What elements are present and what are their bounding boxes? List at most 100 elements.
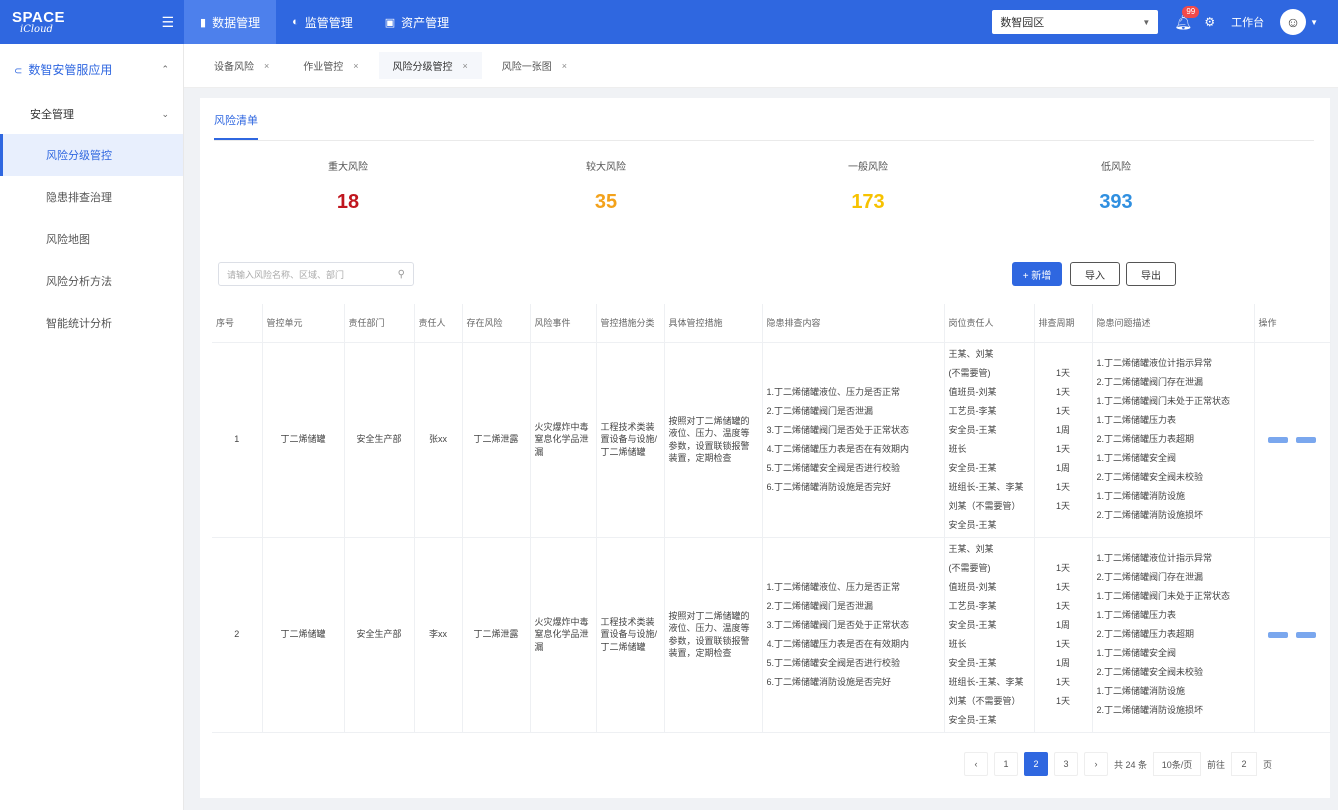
nav-assets[interactable]: ▣ 资产管理 bbox=[369, 0, 465, 44]
cell-category: 工程技术类装置设备与设施/丁二烯储罐 bbox=[596, 537, 665, 733]
edit-button[interactable] bbox=[1268, 436, 1288, 443]
cycles-line: 1天 bbox=[1055, 405, 1070, 416]
next-page-button[interactable]: › bbox=[1084, 752, 1108, 776]
chevron-down-icon[interactable]: ▼ bbox=[1310, 18, 1318, 27]
persons-line: 班长 bbox=[948, 638, 967, 649]
cell-cycles: 1天 1天 1天 1周 1天 1周 1天 1天 bbox=[1034, 537, 1093, 733]
persons-line: (不需要管) bbox=[948, 562, 991, 573]
checks-line: 6.丁二烯储罐消防设施是否完好 bbox=[766, 676, 892, 687]
desc-line: 1.丁二烯储罐消防设施 bbox=[1096, 491, 1186, 501]
column-header: 管控措施分类 bbox=[596, 304, 665, 343]
tab-label: 风险分级管控 bbox=[392, 62, 453, 73]
notification-button[interactable]: 🔔︎ 99 bbox=[1174, 5, 1200, 31]
stat-label: 重大风险 bbox=[328, 162, 368, 173]
sidebar-item-risk-map[interactable]: 风险地图 bbox=[0, 218, 183, 260]
close-icon[interactable]: × bbox=[264, 61, 269, 71]
cycles-line: 1天 bbox=[1055, 581, 1070, 592]
delete-button[interactable] bbox=[1296, 631, 1316, 638]
cycles-line: 1周 bbox=[1055, 462, 1070, 473]
cycles-line: 1天 bbox=[1055, 676, 1070, 687]
tab-risk-map[interactable]: 风险一张图 × bbox=[488, 52, 581, 79]
tab-work-control[interactable]: 作业管控 × bbox=[289, 52, 372, 79]
sidebar-subgroup[interactable]: 安全管理 ⌄ bbox=[0, 94, 183, 134]
checks-line: 3.丁二烯储罐阀门是否处于正常状态 bbox=[766, 619, 910, 630]
cycles-line: 1天 bbox=[1055, 386, 1070, 397]
persons-line: 王某、刘某 bbox=[948, 543, 994, 554]
cycles-line: 1天 bbox=[1055, 481, 1070, 492]
sidebar-item-statistics[interactable]: 智能统计分析 bbox=[0, 302, 183, 344]
tab-risk-control[interactable]: 风险分级管控 × bbox=[378, 52, 482, 79]
asset-icon: ▣ bbox=[384, 16, 396, 29]
sidebar-item-analysis-method[interactable]: 风险分析方法 bbox=[0, 260, 183, 302]
close-icon[interactable]: × bbox=[463, 61, 468, 71]
column-header: 存在风险 bbox=[462, 304, 531, 343]
sidebar-item-risk-control[interactable]: 风险分级管控 bbox=[0, 134, 183, 176]
page-jump-input[interactable]: 2 bbox=[1231, 752, 1258, 776]
cycles-line: 1周 bbox=[1055, 619, 1070, 630]
prev-page-button[interactable]: ‹ bbox=[964, 752, 988, 776]
page-button[interactable]: 1 bbox=[994, 752, 1018, 776]
persons-line: 工艺员-李某 bbox=[948, 405, 997, 416]
import-button[interactable]: 导入 bbox=[1070, 262, 1120, 286]
persons-line: 安全员-王某 bbox=[948, 424, 997, 435]
desc-line: 1.丁二烯储罐压力表 bbox=[1096, 415, 1177, 425]
export-button[interactable]: 导出 bbox=[1126, 262, 1176, 286]
system-select-value: 数智园区 bbox=[1000, 17, 1045, 29]
page-button[interactable]: 3 bbox=[1054, 752, 1078, 776]
top-nav: ▮ 数据管理 ◐ 监管管理 ▣ 资产管理 bbox=[184, 0, 465, 44]
cell-unit: 丁二烯储罐 bbox=[262, 342, 345, 538]
persons-line: 班组长-王某、李某 bbox=[948, 481, 1024, 492]
tab-label: 风险一张图 bbox=[501, 62, 552, 73]
checks-line: 5.丁二烯储罐安全阀是否进行校验 bbox=[766, 657, 901, 668]
column-header: 责任部门 bbox=[344, 304, 415, 343]
desc-line: 2.丁二烯储罐阀门存在泄漏 bbox=[1096, 572, 1204, 582]
sidebar: ⊂ 数智安管服应用 ⌃ 安全管理 ⌄ 风险分级管控 隐患排查治理 风险地图 风险分… bbox=[0, 44, 184, 810]
checks-line: 4.丁二烯储罐压力表是否在有效期内 bbox=[766, 443, 910, 454]
avatar[interactable]: ☺ bbox=[1280, 9, 1307, 35]
column-header: 管控单元 bbox=[262, 304, 345, 343]
monitor-icon: ◐ bbox=[292, 16, 299, 28]
close-icon[interactable]: × bbox=[353, 61, 358, 71]
cell-checks: 1.丁二烯储罐液位、压力是否正常 2.丁二烯储罐阀门是否泄漏 3.丁二烯储罐阀门是否… bbox=[762, 342, 945, 538]
checks-line: 1.丁二烯储罐液位、压力是否正常 bbox=[766, 386, 901, 397]
cell-index: 2 bbox=[212, 537, 263, 733]
persons-line: 安全员-王某 bbox=[948, 657, 997, 668]
search-input[interactable]: 请输入风险名称、区域、部门 ⚲ bbox=[218, 262, 414, 286]
column-header: 岗位责任人 bbox=[944, 304, 1035, 343]
stat-general-risk: 一般风险 173 bbox=[788, 158, 948, 214]
cell-dept: 安全生产部 bbox=[344, 537, 415, 733]
desc-line: 1.丁二烯储罐安全阀 bbox=[1096, 453, 1177, 463]
stat-value: 173 bbox=[851, 191, 885, 213]
search-icon[interactable]: ⚲ bbox=[398, 269, 405, 280]
document-icon: ▮ bbox=[200, 16, 207, 29]
checks-line: 1.丁二烯储罐液位、压力是否正常 bbox=[766, 581, 901, 592]
settings-icon[interactable]: ⚙ bbox=[1204, 15, 1215, 29]
cycles-line: 1天 bbox=[1055, 367, 1070, 378]
page-tabs: 设备风险 × 作业管控 × 风险分级管控 × 风险一张图 × bbox=[184, 44, 1338, 88]
nav-data-management[interactable]: ▮ 数据管理 bbox=[184, 0, 277, 44]
edit-button[interactable] bbox=[1268, 631, 1288, 638]
sidebar-subgroup-label: 安全管理 bbox=[30, 109, 74, 121]
desc-line: 1.丁二烯储罐阀门未处于正常状态 bbox=[1096, 396, 1231, 406]
system-select[interactable]: 数智园区 ▼ bbox=[992, 10, 1159, 34]
desc-line: 2.丁二烯储罐阀门存在泄漏 bbox=[1096, 377, 1204, 387]
close-icon[interactable]: × bbox=[562, 61, 567, 71]
cell-risk: 丁二烯泄露 bbox=[462, 537, 531, 733]
sidebar-group[interactable]: ⊂ 数智安管服应用 ⌃ bbox=[0, 44, 183, 94]
page-button-current[interactable]: 2 bbox=[1024, 752, 1048, 776]
cell-ops bbox=[1254, 537, 1331, 733]
desc-line: 2.丁二烯储罐消防设施损坏 bbox=[1096, 705, 1204, 715]
nav-supervision[interactable]: ◐ 监管管理 bbox=[276, 0, 369, 44]
column-header: 隐患排查内容 bbox=[762, 304, 945, 343]
menu-collapse-icon[interactable]: ☰ bbox=[161, 14, 174, 31]
subtab-risk-list[interactable]: 风险清单 bbox=[214, 112, 258, 140]
page-size-select[interactable]: 10条/页 bbox=[1153, 752, 1202, 776]
table-row: 2 丁二烯储罐 安全生产部 李xx 丁二烯泄露 火灾爆炸中毒窒息化学品泄漏 工程技术类装置设… bbox=[212, 537, 1331, 733]
cell-index: 1 bbox=[212, 342, 263, 538]
delete-button[interactable] bbox=[1296, 436, 1316, 443]
add-button[interactable]: + 新增 bbox=[1012, 262, 1062, 286]
persons-line: 工艺员-李某 bbox=[948, 600, 997, 611]
workbench-link[interactable]: 工作台 bbox=[1231, 14, 1264, 30]
tab-device-risk[interactable]: 设备风险 × bbox=[200, 52, 283, 79]
sidebar-item-hazard-check[interactable]: 隐患排查治理 bbox=[0, 176, 183, 218]
